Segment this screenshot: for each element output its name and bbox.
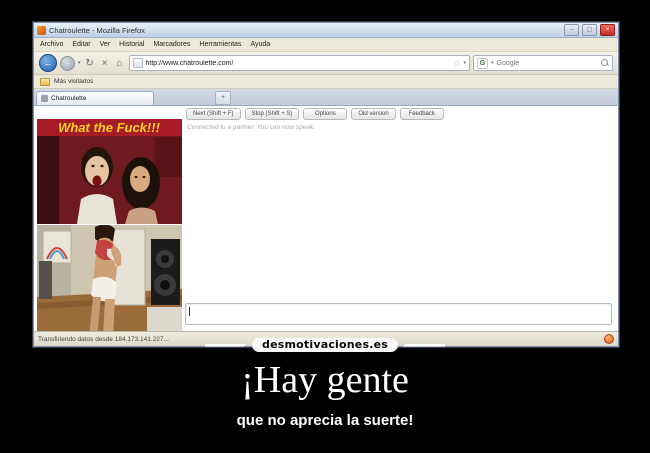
status-text: Transfiriendo datos desde 184.173.141.22… [38,335,169,343]
menu-ayuda[interactable]: Ayuda [250,41,270,48]
caption-title: ¡Hay gente [241,359,409,401]
minimize-button[interactable]: – [564,24,579,36]
options-button[interactable]: Options [303,108,348,120]
bookmarks-bar: Más visitados [34,75,618,89]
old-version-button[interactable]: Old version [351,108,396,120]
rainbow-poster [42,230,72,264]
speaker [151,239,180,305]
back-icon[interactable]: ← [39,54,57,72]
watermark-text: desmotivaciones.es [252,338,398,352]
stop-button[interactable]: Stop (Shift + S) [244,108,300,120]
url-dropdown-icon[interactable]: ▾ [463,60,466,66]
next-button[interactable]: Next (Shift + F) [186,108,241,120]
notification-icon[interactable] [604,334,614,344]
menu-editar[interactable]: Editar [72,41,90,48]
ribbon-line-left [205,343,247,347]
menu-historial[interactable]: Historial [119,41,144,48]
window-title: Chatroulette - Mozilla Firefox [49,25,145,35]
address-bar: ☆ ▾ [128,55,470,71]
tab-bar: Chatroulette + [34,89,618,106]
menu-archivo[interactable]: Archivo [40,41,63,48]
caption-subtitle: que no aprecia la suerte! [236,412,414,429]
search-icon[interactable] [601,59,609,67]
menu-ver[interactable]: Ver [100,41,111,48]
close-button[interactable]: × [600,24,615,36]
chat-toolbar: Next (Shift + F) Stop (Shift + S) Option… [186,108,444,120]
url-input[interactable] [145,58,451,68]
watermark-ribbon: desmotivaciones.es [205,338,445,352]
menu-marcadores[interactable]: Marcadores [153,41,190,48]
bookmark-star-icon[interactable]: ☆ [453,59,460,68]
stop-icon[interactable]: × [99,58,111,69]
webcam-bottom-video [37,225,182,331]
search-input[interactable] [496,58,598,68]
text-cursor [189,307,190,316]
chat-message-input[interactable] [185,303,612,325]
smart-folder-icon [40,77,50,86]
webcam-bottom-scene [37,225,182,331]
overlay-text: What the Fuck!!! [58,120,160,135]
engine-dropdown-icon[interactable]: ▾ [491,60,494,66]
search-bar: G ▾ [473,55,613,71]
dresser [147,307,182,331]
webcam-top-video: What the Fuck!!! [37,119,182,224]
tab-chatroulette[interactable]: Chatroulette [36,91,154,105]
menu-herramientas[interactable]: Herramientas [199,41,241,48]
new-tab-button[interactable]: + [215,91,231,105]
menu-bar: Archivo Editar Ver Historial Marcadores … [34,38,618,52]
ribbon-line-right [403,343,445,347]
maximize-button[interactable]: ▢ [582,24,597,36]
feedback-button[interactable]: Feedback [399,108,444,120]
treadmill [39,261,52,299]
forward-icon[interactable]: → [60,55,75,71]
navigation-toolbar: ← → ▾ ↻ × ⌂ ☆ ▾ G ▾ [34,52,618,75]
title-bar: Chatroulette - Mozilla Firefox – ▢ × [34,23,618,38]
tab-label: Chatroulette [51,95,87,102]
site-favicon-icon [132,58,143,68]
chat-status-text: Connected to a partner. You can now spea… [187,124,315,131]
white-door [112,228,146,306]
demotivational-poster: Chatroulette - Mozilla Firefox – ▢ × Arc… [0,0,650,453]
webcam-top-scene: What the Fuck!!! [37,119,182,224]
tab-favicon-icon [41,95,48,102]
history-dropdown-icon[interactable]: ▾ [78,60,81,66]
home-icon[interactable]: ⌂ [114,58,126,69]
window-favicon-icon [37,25,46,35]
page-content: What the Fuck!!! Next (Shift + F) Stop (… [34,106,618,331]
reload-icon[interactable]: ↻ [84,58,96,69]
bookmarks-most-visited[interactable]: Más visitados [54,78,93,85]
browser-window: Chatroulette - Mozilla Firefox – ▢ × Arc… [33,22,619,347]
google-engine-icon[interactable]: G [477,57,488,69]
